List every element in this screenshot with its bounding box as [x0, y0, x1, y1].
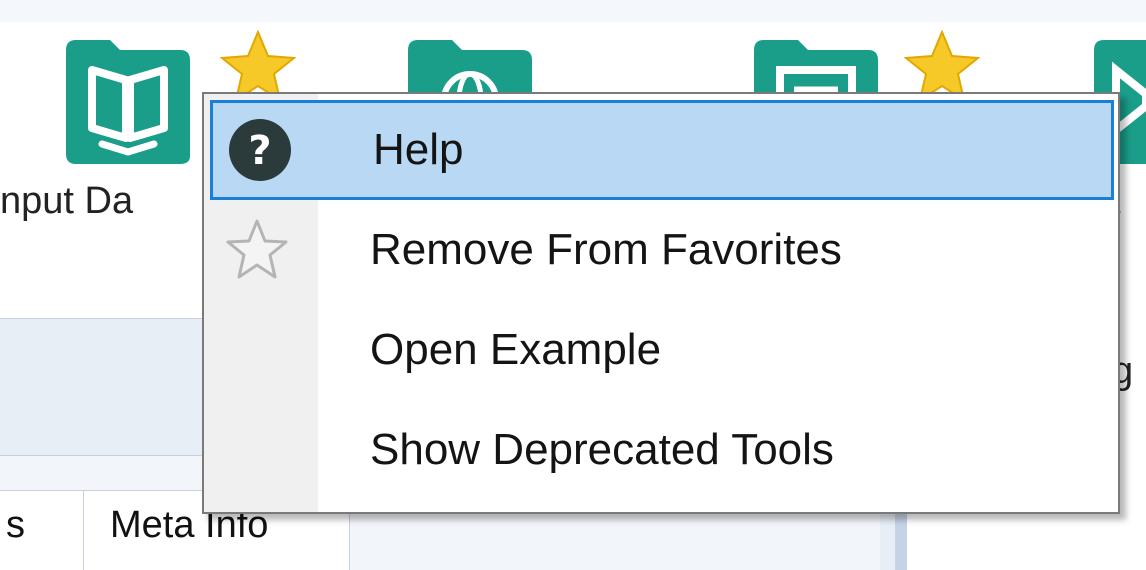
input-data-tool-icon[interactable] — [62, 36, 194, 166]
app-window: nput Da t — [0, 0, 1146, 570]
menu-item-label: Open Example — [370, 325, 662, 374]
menu-item-open-example[interactable]: Open Example — [210, 300, 1114, 400]
book-folder-icon — [66, 40, 190, 164]
menu-item-remove-from-favorites[interactable]: Remove From Favorites — [210, 200, 1114, 300]
tab-partial[interactable]: s — [0, 490, 84, 570]
ribbon-top-strip — [0, 0, 1146, 22]
context-menu: ? Help Remove From Favorites Open Exampl… — [202, 92, 1120, 514]
menu-item-label: Show Deprecated Tools — [370, 425, 834, 474]
menu-item-help[interactable]: ? Help — [210, 100, 1114, 200]
help-circle-icon: ? — [227, 117, 293, 183]
menu-item-show-deprecated-tools[interactable]: Show Deprecated Tools — [210, 400, 1114, 500]
menu-item-label: Help — [373, 125, 464, 174]
input-data-tool-label: nput Da — [0, 180, 134, 222]
menu-item-label: Remove From Favorites — [370, 225, 842, 274]
svg-text:?: ? — [248, 128, 271, 174]
star-outline-icon — [224, 217, 290, 283]
